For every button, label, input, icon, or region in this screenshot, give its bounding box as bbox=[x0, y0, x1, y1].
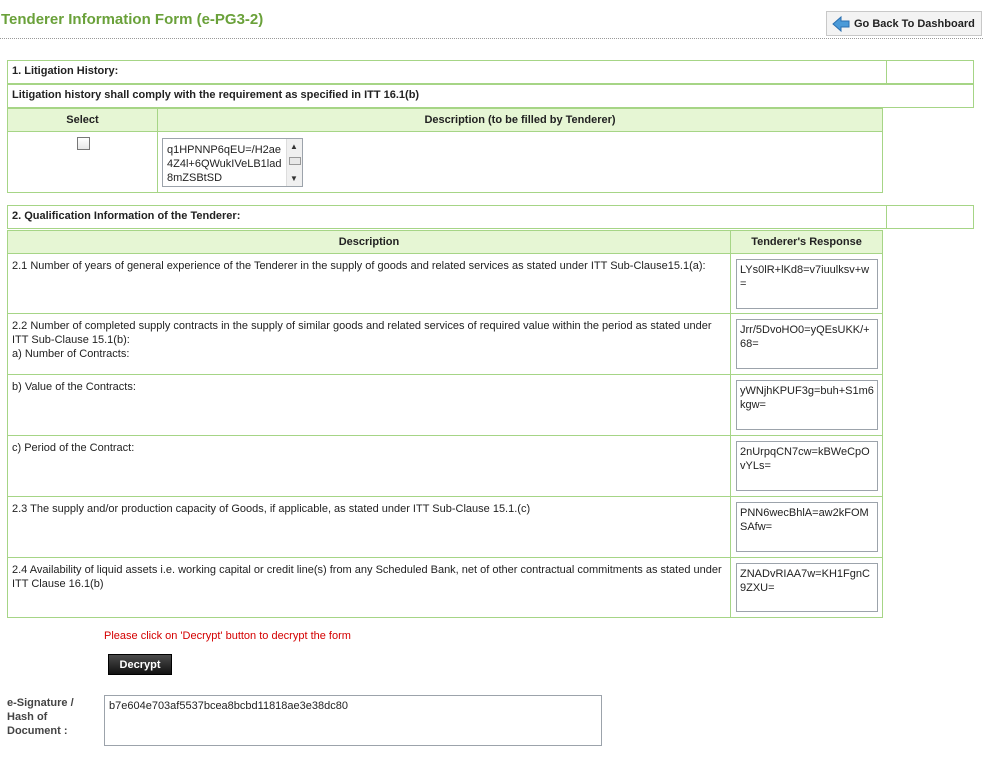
qualification-row-description: 2.2 Number of completed supply contracts… bbox=[7, 313, 731, 375]
decrypt-button[interactable]: Decrypt bbox=[108, 654, 172, 675]
select-column-header: Select bbox=[7, 108, 158, 132]
section2-title: 2. Qualification Information of the Tend… bbox=[7, 205, 887, 229]
go-back-to-dashboard-button[interactable]: Go Back To Dashboard bbox=[826, 11, 982, 36]
section2-title-spacer bbox=[886, 205, 974, 229]
qualification-description-header: Description bbox=[7, 230, 731, 254]
section1-note: Litigation history shall comply with the… bbox=[7, 84, 974, 108]
scroll-thumb[interactable] bbox=[289, 157, 301, 165]
response-field[interactable]: 2nUrpqCN7cw=kBWeCpOvYLs= bbox=[736, 441, 878, 491]
section1-title-spacer bbox=[886, 60, 974, 84]
qualification-row-description: c) Period of the Contract: bbox=[7, 435, 731, 497]
page-title: Tenderer Information Form (e-PG3-2) bbox=[1, 11, 264, 28]
qualification-row-description: b) Value of the Contracts: bbox=[7, 374, 731, 436]
title-divider bbox=[0, 38, 983, 39]
litigation-description-value: q1HPNNP6qEU=/H2ae4Z4l+6QWukIVeLB1lad8mZS… bbox=[167, 144, 282, 184]
arrow-left-icon bbox=[832, 15, 850, 32]
decrypt-note: Please click on 'Decrypt' button to decr… bbox=[104, 630, 351, 642]
scroll-down-icon[interactable]: ▼ bbox=[290, 174, 298, 183]
signature-label: e-Signature / Hash of Document : bbox=[7, 697, 74, 737]
description-column-header: Description (to be filled by Tenderer) bbox=[157, 108, 883, 132]
signature-hash-field[interactable]: b7e604e703af5537bcea8bcbd11818ae3e38dc80 bbox=[104, 695, 602, 746]
qualification-row-description: 2.3 The supply and/or production capacit… bbox=[7, 496, 731, 558]
response-field[interactable]: PNN6wecBhlA=aw2kFOMSAfw= bbox=[736, 502, 878, 552]
textarea-scrollbar[interactable]: ▲ ▼ bbox=[286, 139, 302, 186]
qualification-row-description: 2.1 Number of years of general experienc… bbox=[7, 253, 731, 314]
tenderer-response-header: Tenderer's Response bbox=[730, 230, 883, 254]
response-field[interactable]: yWNjhKPUF3g=buh+S1m6kgw= bbox=[736, 380, 878, 430]
response-field[interactable]: ZNADvRIAA7w=KH1FgnC9ZXU= bbox=[736, 563, 878, 612]
section1-title: 1. Litigation History: bbox=[7, 60, 887, 84]
litigation-select-checkbox[interactable] bbox=[77, 137, 90, 150]
scroll-up-icon[interactable]: ▲ bbox=[290, 142, 298, 151]
back-button-label: Go Back To Dashboard bbox=[854, 17, 975, 30]
response-field[interactable]: LYs0lR+lKd8=v7iuulksv+w= bbox=[736, 259, 878, 309]
litigation-description-textarea[interactable]: q1HPNNP6qEU=/H2ae4Z4l+6QWukIVeLB1lad8mZS… bbox=[162, 138, 303, 187]
qualification-row-description: 2.4 Availability of liquid assets i.e. w… bbox=[7, 557, 731, 618]
response-field[interactable]: Jrr/5DvoHO0=yQEsUKK/+68= bbox=[736, 319, 878, 369]
